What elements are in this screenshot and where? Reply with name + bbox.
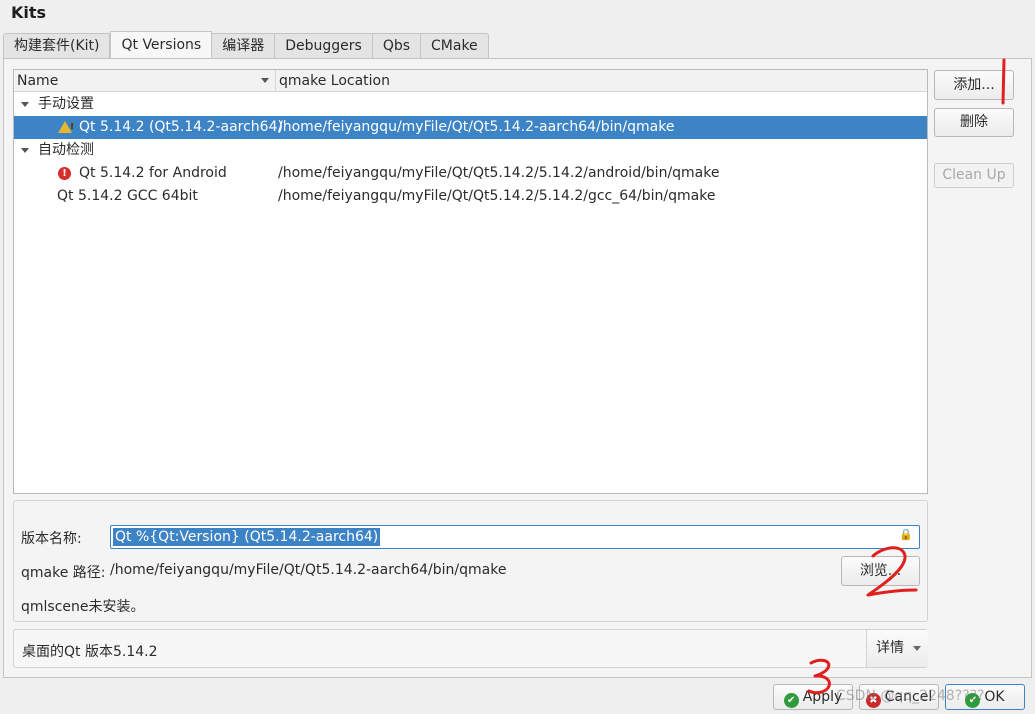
annotation-1 bbox=[1001, 58, 1006, 105]
annotation-3 bbox=[807, 658, 831, 695]
annotation-marks bbox=[807, 58, 1006, 695]
annotation-2 bbox=[866, 546, 918, 597]
tab-qt-versions[interactable]: Qt Versions bbox=[110, 31, 213, 58]
